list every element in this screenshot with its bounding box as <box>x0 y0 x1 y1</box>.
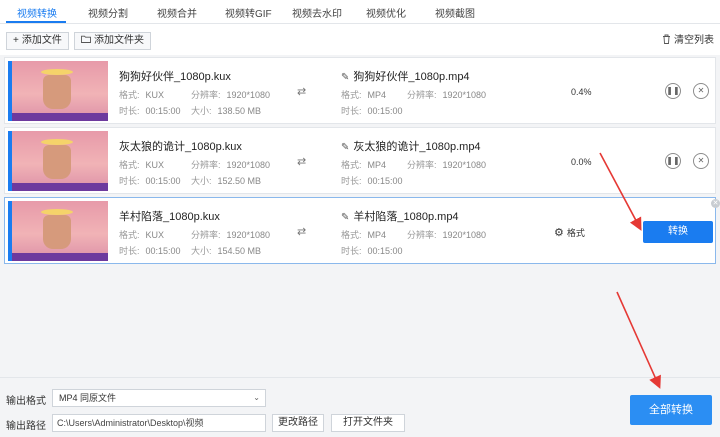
output-path-label: 输出路径 <box>6 421 46 432</box>
clear-list-label: 清空列表 <box>674 35 714 46</box>
pencil-icon: ✎ <box>341 142 350 153</box>
output-file-name[interactable]: ✎ 羊村陷落_1080p.mp4 <box>341 208 459 224</box>
tab-video-convert[interactable]: 视频转换 <box>17 5 57 20</box>
source-duration: 时长: 00:15:00 <box>119 106 181 116</box>
progress-percent: 0.0% <box>571 157 592 167</box>
trash-icon <box>662 34 674 46</box>
output-format-label: 输出格式 <box>6 396 46 407</box>
folder-icon <box>81 33 91 49</box>
source-format: 格式: KUX <box>119 230 165 240</box>
convert-all-button[interactable]: 全部转换 <box>630 395 712 425</box>
output-resolution: 分辨率: 1920*1080 <box>407 90 487 100</box>
output-file-name[interactable]: ✎ 灰太狼的诡计_1080p.mp4 <box>341 138 481 154</box>
tab-video-split[interactable]: 视频分割 <box>88 5 128 20</box>
close-icon: ✕ <box>697 156 705 165</box>
shuffle-icon: ⇄ <box>297 156 307 168</box>
source-format: 格式: KUX <box>119 90 165 100</box>
video-thumbnail <box>8 131 108 191</box>
add-file-label: 添加文件 <box>21 35 62 46</box>
tab-video-to-gif[interactable]: 视频转GIF <box>225 5 272 20</box>
output-resolution: 分辨率: 1920*1080 <box>407 230 487 240</box>
shuffle-icon: ⇄ <box>297 86 307 98</box>
output-duration: 时长: 00:15:00 <box>341 246 403 256</box>
pause-button[interactable]: ❚❚ <box>665 83 681 99</box>
pause-button[interactable]: ❚❚ <box>665 153 681 169</box>
add-folder-label: 添加文件夹 <box>94 35 144 46</box>
chevron-down-icon: ⌄ <box>253 393 260 402</box>
output-settings-panel: 输出格式 MP4 同原文件 ⌄ 输出路径 C:\Users\Administra… <box>0 377 720 437</box>
change-path-button[interactable]: 更改路径 <box>272 414 324 432</box>
active-tab-indicator <box>6 21 66 23</box>
source-file-name: 灰太狼的诡计_1080p.kux <box>119 141 242 153</box>
source-file-name: 羊村陷落_1080p.kux <box>119 211 220 223</box>
file-list: 狗狗好伙伴_1080p.kux 格式: KUX 分辨率: 1920*1080 时长:… <box>0 55 720 377</box>
progress-percent: 0.4% <box>571 87 592 97</box>
tab-bar: 视频转换 视频分割 视频合并 视频转GIF 视频去水印 视频优化 视频截图 <box>0 0 720 24</box>
output-format: 格式: MP4 <box>341 230 387 240</box>
output-format-value: MP4 同原文件 <box>59 393 117 403</box>
plus-icon: + <box>13 35 19 46</box>
output-duration: 时长: 00:15:00 <box>341 176 403 186</box>
source-format: 格式: KUX <box>119 160 165 170</box>
output-resolution: 分辨率: 1920*1080 <box>407 160 487 170</box>
close-icon[interactable]: ✕ <box>711 199 720 208</box>
pause-icon: ❚❚ <box>666 156 680 165</box>
output-format: 格式: MP4 <box>341 90 387 100</box>
source-resolution: 分辨率: 1920*1080 <box>191 160 271 170</box>
source-file-name: 狗狗好伙伴_1080p.kux <box>119 71 231 83</box>
shuffle-icon: ⇄ <box>297 226 307 238</box>
remove-button[interactable]: ✕ <box>693 83 709 99</box>
add-file-button[interactable]: + 添加文件 <box>6 32 69 50</box>
output-file-name[interactable]: ✎ 狗狗好伙伴_1080p.mp4 <box>341 68 470 84</box>
output-format-select[interactable]: MP4 同原文件 ⌄ <box>52 389 266 407</box>
file-row[interactable]: 狗狗好伙伴_1080p.kux 格式: KUX 分辨率: 1920*1080 时长:… <box>4 57 716 124</box>
clear-list-button[interactable]: 清空列表 <box>662 33 714 49</box>
open-folder-button[interactable]: 打开文件夹 <box>331 414 405 432</box>
source-resolution: 分辨率: 1920*1080 <box>191 90 271 100</box>
remove-button[interactable]: ✕ <box>693 153 709 169</box>
tab-video-screenshot[interactable]: 视频截图 <box>435 5 475 20</box>
format-settings-button[interactable]: ⚙ 格式 <box>554 226 585 239</box>
output-format: 格式: MP4 <box>341 160 387 170</box>
file-row-selected[interactable]: 羊村陷落_1080p.kux 格式: KUX 分辨率: 1920*1080 时长: 0… <box>4 197 720 264</box>
pencil-icon: ✎ <box>341 72 350 83</box>
source-size: 大小: 138.50 MB <box>191 106 262 116</box>
close-icon: ✕ <box>697 86 705 95</box>
video-thumbnail <box>8 201 108 261</box>
toolbar: + 添加文件 添加文件夹 清空列表 <box>0 25 720 55</box>
tab-video-merge[interactable]: 视频合并 <box>157 5 197 20</box>
output-duration: 时长: 00:15:00 <box>341 106 403 116</box>
tab-video-optimize[interactable]: 视频优化 <box>366 5 406 20</box>
gear-icon: ⚙ <box>554 227 564 239</box>
tab-video-watermark-remove[interactable]: 视频去水印 <box>292 5 342 20</box>
source-size: 大小: 154.50 MB <box>191 246 262 256</box>
video-thumbnail <box>8 61 108 121</box>
file-row[interactable]: 灰太狼的诡计_1080p.kux 格式: KUX 分辨率: 1920*1080 时长… <box>4 127 716 194</box>
output-path-field[interactable]: C:\Users\Administrator\Desktop\视频 <box>52 414 266 432</box>
source-size: 大小: 152.50 MB <box>191 176 262 186</box>
pause-icon: ❚❚ <box>666 86 680 95</box>
convert-button[interactable]: 转换 <box>643 221 713 243</box>
source-duration: 时长: 00:15:00 <box>119 176 181 186</box>
source-duration: 时长: 00:15:00 <box>119 246 181 256</box>
add-folder-button[interactable]: 添加文件夹 <box>74 32 151 50</box>
pencil-icon: ✎ <box>341 212 350 223</box>
source-resolution: 分辨率: 1920*1080 <box>191 230 271 240</box>
